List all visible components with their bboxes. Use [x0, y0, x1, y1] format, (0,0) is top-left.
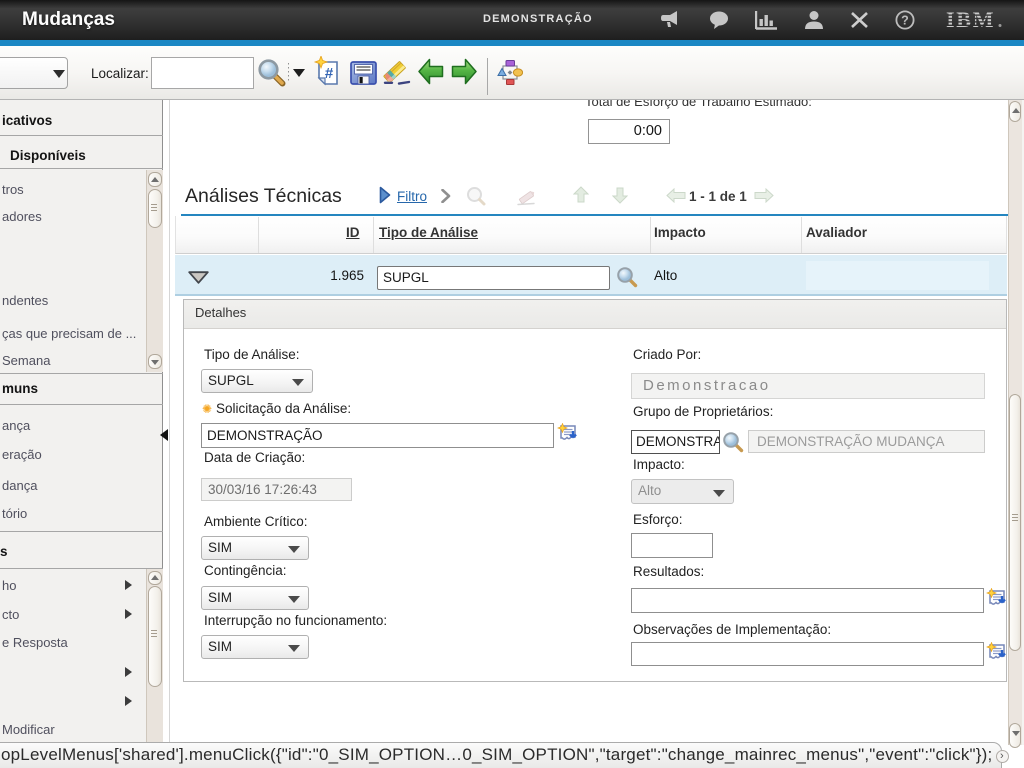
svg-text:?: ?	[901, 14, 909, 28]
svg-text:#: #	[325, 65, 334, 82]
svg-text:IBM: IBM	[946, 9, 995, 31]
